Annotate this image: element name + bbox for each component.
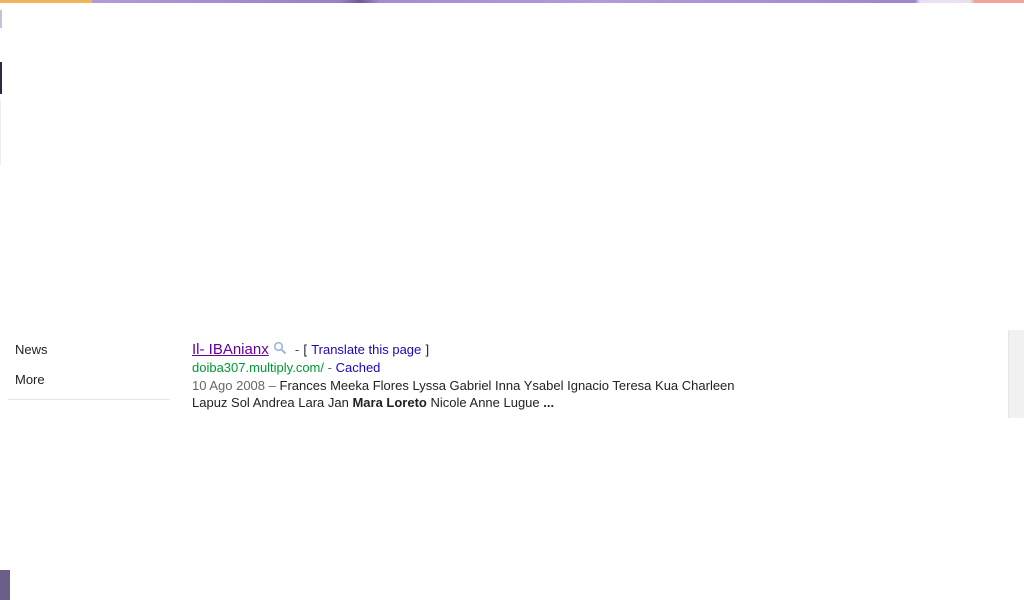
- left-nav: News More: [8, 340, 170, 400]
- window-edge: [0, 100, 1, 165]
- window-edge: [0, 10, 2, 28]
- taskbar-strip: [0, 0, 1024, 3]
- result-snippet: 10 Ago 2008 – Frances Meeka Flores Lyssa…: [192, 378, 752, 411]
- cached-link[interactable]: Cached: [336, 360, 381, 375]
- result-title-row: Il- IBAnianx - [ Translate this page ]: [192, 340, 812, 360]
- magnifier-icon[interactable]: [273, 341, 288, 355]
- title-separator: -: [294, 342, 300, 357]
- window-edge: [0, 570, 10, 600]
- window-edge: [0, 62, 2, 94]
- result-title-link[interactable]: Il- IBAnianx: [192, 341, 269, 358]
- translate-page-link[interactable]: Translate this page: [311, 342, 421, 357]
- result-date: 10 Ago 2008: [192, 378, 266, 393]
- snippet-highlight: Mara Loreto: [352, 394, 427, 410]
- nav-item-more[interactable]: More: [8, 370, 170, 400]
- result-url: doiba307.multiply.com/: [192, 360, 324, 375]
- scrollbar[interactable]: [1008, 330, 1024, 418]
- translate-open-bracket: [: [303, 342, 308, 357]
- translate-close-bracket: ]: [425, 342, 430, 357]
- browser-page: News More Il- IBAnianx - [ Translate thi…: [0, 0, 1024, 600]
- result-url-row: doiba307.multiply.com/ - Cached: [192, 360, 812, 375]
- snippet-ellipsis: ...: [543, 394, 555, 410]
- search-result: Il- IBAnianx - [ Translate this page ] d…: [192, 340, 812, 411]
- nav-divider: [8, 399, 170, 400]
- cached-separator: -: [327, 360, 332, 375]
- date-dash: –: [268, 378, 276, 393]
- nav-item-news[interactable]: News: [8, 340, 170, 370]
- snippet-text-end: Nicole Anne Lugue: [430, 394, 540, 410]
